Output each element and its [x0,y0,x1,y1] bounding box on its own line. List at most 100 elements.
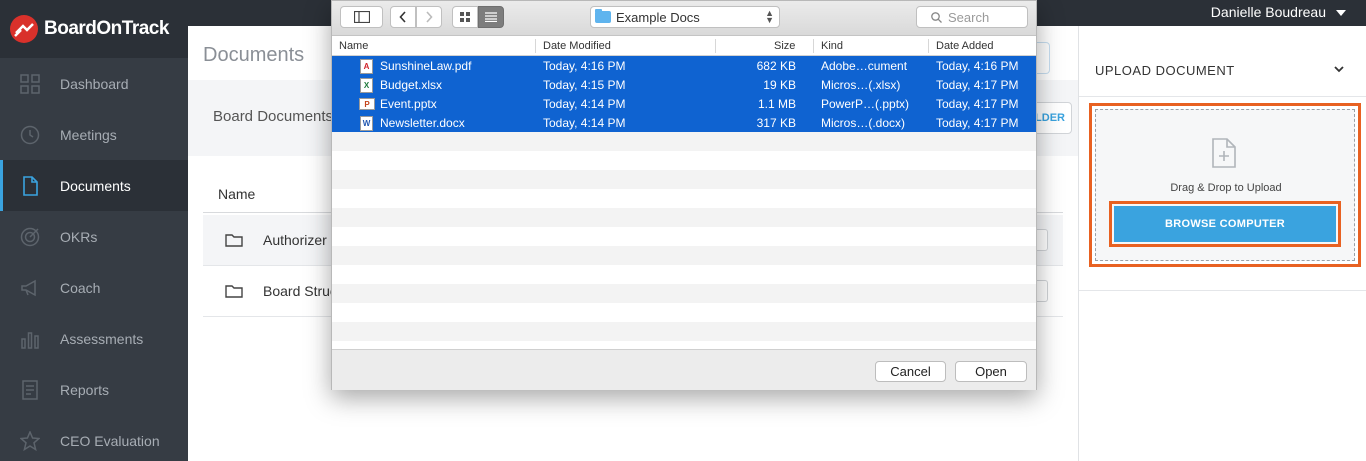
board-title: Board Documents [213,108,334,125]
browse-computer-button[interactable]: BROWSE COMPUTER [1114,206,1336,242]
folder-icon [595,9,611,23]
folder-name: Authorizer I [263,232,335,248]
chevron-right-icon [426,11,433,23]
megaphone-icon [20,278,40,298]
file-added: Today, 4:17 PM [936,116,1019,130]
file-added: Today, 4:17 PM [936,97,1019,111]
search-field[interactable]: Search [916,6,1028,28]
empty-row [332,132,1036,151]
sidebar-toggle-icon [353,11,370,23]
file-list: Name Date Modified Size Kind Date Added … [332,36,1036,349]
file-size: 317 KB [756,116,796,130]
empty-row [332,322,1036,341]
file-name: Event.pptx [380,97,437,111]
folder-icon [225,234,243,247]
file-row[interactable]: X Budget.xlsx Today, 4:15 PM 19 KB Micro… [332,75,1036,94]
dialog-footer: Cancel Open [332,349,1036,390]
empty-row [332,227,1036,246]
empty-row [332,341,1036,349]
search-placeholder: Search [948,9,990,25]
column-separator [535,39,536,53]
file-size: 19 KB [763,78,796,92]
column-name[interactable]: Name [339,40,368,52]
updown-arrows-icon: ▲ ▼ [765,8,774,25]
target-icon [20,227,40,247]
row-menu-button[interactable] [1036,280,1048,302]
bar-chart-icon [20,329,40,349]
search-icon [931,11,942,23]
user-menu[interactable]: Danielle Boudreau [1211,4,1346,20]
column-date-modified[interactable]: Date Modified [543,40,611,52]
icon-view-button[interactable] [452,6,478,28]
location-popup[interactable]: Example Docs ▲ ▼ [590,6,780,28]
drop-zone[interactable]: Drag & Drop to Upload BROWSE COMPUTER [1095,109,1355,261]
file-rows: A SunshineLaw.pdf Today, 4:16 PM 682 KB … [332,56,1036,349]
cancel-button[interactable]: Cancel [875,361,946,382]
file-kind: Micros…(.xlsx) [821,78,901,92]
pdf-file-icon: A [360,59,373,74]
sidebar-item-label: Meetings [60,126,117,143]
chevron-left-icon [399,11,406,23]
brand-logo[interactable]: BoardOnTrack [0,0,188,58]
column-size[interactable]: Size [774,40,795,52]
file-row[interactable]: W Newsletter.docx Today, 4:14 PM 317 KB … [332,113,1036,132]
browse-highlight: BROWSE COMPUTER [1109,201,1341,247]
sidebar-item-ceo-evaluation[interactable]: CEO Evaluation [0,415,188,461]
powerpoint-file-icon: P [359,98,375,110]
caret-down-icon [1336,10,1346,16]
sidebar-item-label: Dashboard [60,75,129,92]
sidebar: BoardOnTrack Dashboard Meetings Document… [0,0,188,461]
page-title: Documents [203,44,305,66]
name-column-header[interactable]: Name [218,186,255,202]
clock-icon [20,125,40,145]
column-date-added[interactable]: Date Added [936,40,994,52]
file-modified: Today, 4:14 PM [543,97,626,111]
sidebar-item-reports[interactable]: Reports [0,364,188,415]
sidebar-item-label: Documents [60,177,131,194]
empty-row [332,189,1036,208]
forward-button[interactable] [416,6,442,28]
file-kind: PowerP…(.pptx) [821,97,910,111]
chevron-down-icon[interactable] [1333,63,1345,75]
file-name: Budget.xlsx [380,78,443,92]
column-kind[interactable]: Kind [821,40,843,52]
sidebar-item-dashboard[interactable]: Dashboard [0,58,188,109]
empty-row [332,303,1036,322]
file-open-dialog: Example Docs ▲ ▼ Search Name Date Modifie… [331,0,1037,390]
empty-row [332,246,1036,265]
sidebar-toggle-button[interactable] [340,6,383,28]
divider [1079,290,1366,291]
file-size: 682 KB [756,59,796,73]
grid-icon [20,73,40,94]
empty-row [332,265,1036,284]
sidebar-item-documents[interactable]: Documents [0,160,188,211]
brand-name: BoardOnTrack [44,18,169,39]
empty-row [332,284,1036,303]
dropzone-highlight: Drag & Drop to Upload BROWSE COMPUTER [1089,103,1361,267]
back-button[interactable] [390,6,416,28]
file-size: 1.1 MB [757,97,796,111]
file-name: SunshineLaw.pdf [380,59,472,73]
file-modified: Today, 4:16 PM [543,59,626,73]
grid-view-icon [460,12,470,22]
file-row[interactable]: A SunshineLaw.pdf Today, 4:16 PM 682 KB … [332,56,1036,75]
location-name: Example Docs [616,9,700,25]
sidebar-item-assessments[interactable]: Assessments [0,313,188,364]
sidebar-item-okrs[interactable]: OKRs [0,211,188,262]
file-row[interactable]: P Event.pptx Today, 4:14 PM 1.1 MB Power… [332,94,1036,113]
empty-row [332,151,1036,170]
row-menu-button[interactable] [1036,229,1048,251]
list-view-icon [485,12,497,22]
open-button[interactable]: Open [955,361,1027,382]
folder-icon [225,285,243,298]
sidebar-item-meetings[interactable]: Meetings [0,109,188,160]
sidebar-item-label: OKRs [60,228,98,245]
upload-title: UPLOAD DOCUMENT [1095,63,1235,78]
file-added: Today, 4:17 PM [936,78,1019,92]
sidebar-item-coach[interactable]: Coach [0,262,188,313]
folder-name: Board Struc [263,283,337,299]
file-list-header: Name Date Modified Size Kind Date Added [332,36,1036,56]
file-modified: Today, 4:15 PM [543,78,626,92]
file-plus-icon [1212,138,1236,168]
list-view-button[interactable] [478,6,504,28]
